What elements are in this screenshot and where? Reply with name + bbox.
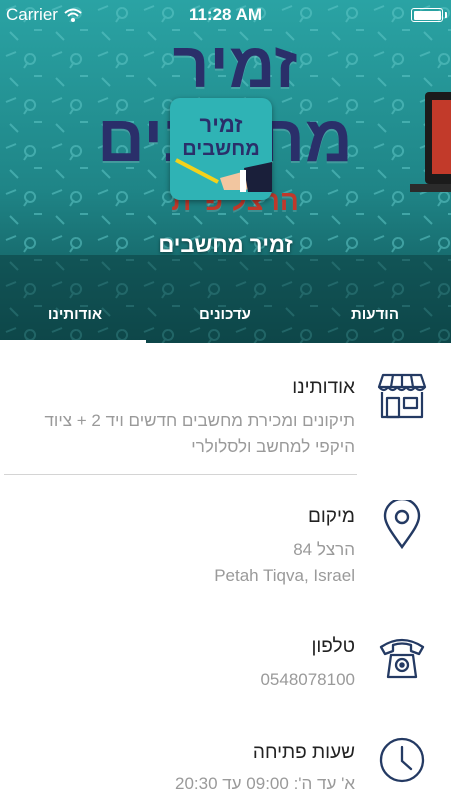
phone-section[interactable]: טלפון 0548078100 (0, 606, 451, 716)
telephone-icon (379, 638, 425, 679)
battery-tip (445, 12, 447, 18)
about-title: אודותינו (292, 377, 355, 398)
banner-title-line1: זמיר (172, 29, 298, 101)
tab-updates[interactable]: עדכונים (150, 298, 300, 343)
clock-icon (379, 737, 425, 783)
location-address-line1: הרצל 84 (293, 540, 355, 559)
about-description-line1: תיקונים ומכירת מחשבים חדשים ויד 2 + ציוד (44, 411, 355, 430)
location-title: מיקום (307, 506, 355, 527)
location-address-line2: Petah Tiqva, Israel (214, 566, 355, 585)
hours-title: שעות פתיחה (252, 742, 355, 763)
hours-line1: א' עד ה': 09:00 עד 20:30 (174, 774, 355, 793)
section-divider (4, 474, 357, 475)
about-description-line2: היקפי למחשב ולסלולרי (191, 437, 355, 456)
tab-messages[interactable]: הודעות (300, 298, 450, 343)
tab-bar: הודעות עדכונים אודותינו (0, 298, 451, 343)
battery-icon (411, 8, 443, 22)
business-name-title: זמיר מחשבים (158, 232, 293, 257)
phone-title: טלפון (311, 636, 355, 657)
phone-number[interactable]: 0548078100 (260, 670, 355, 690)
header-hero: זמיר מחשבים הרצל פ"ת זמיר מחשבים זמיר מח… (0, 0, 451, 343)
business-logo: זמיר מחשבים (170, 98, 272, 200)
hours-section: שעות פתיחה א' עד ה': 09:00 עד 20:30 (0, 716, 451, 800)
pointing-hand-icon (175, 158, 272, 192)
storefront-icon (377, 373, 427, 419)
about-section: אודותינו תיקונים ומכירת מחשבים חדשים ויד… (0, 343, 451, 475)
location-section[interactable]: מיקום הרצל 84 Petah Tiqva, Israel (0, 476, 451, 606)
status-bar: Carrier 11:28 AM (0, 0, 451, 30)
map-pin-icon (383, 500, 421, 550)
tab-about[interactable]: אודותינו (0, 298, 150, 343)
status-time: 11:28 AM (188, 5, 263, 24)
